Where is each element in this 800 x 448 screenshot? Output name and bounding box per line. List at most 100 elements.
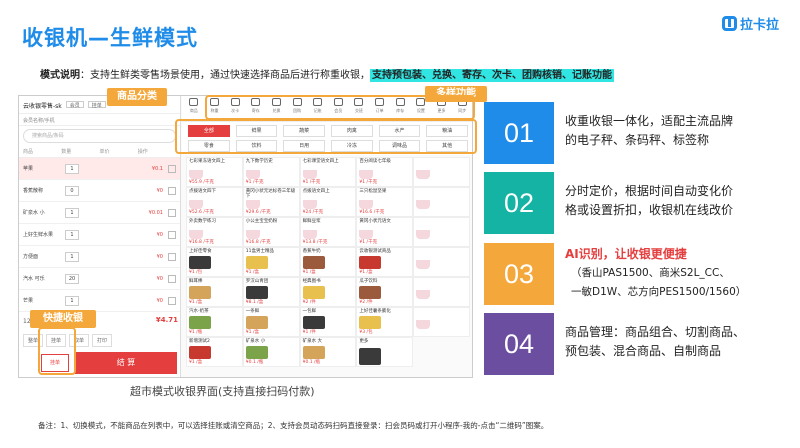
slide: 收银机—生鲜模式 拉卡拉 模式说明：支持生鲜类零售场景使用，通过快速选择商品后进… — [0, 0, 800, 448]
product-card[interactable]: 瓜子饮料 ¥2 /件 — [356, 277, 414, 307]
qty-field[interactable]: 0 — [65, 185, 79, 196]
product-card[interactable] — [413, 277, 470, 307]
product-name: 新增测试2 — [189, 339, 210, 344]
product-price: ¥1 /盒 — [245, 270, 259, 275]
product-card[interactable]: 矿泉水 大 ¥0.1 /瓶 — [299, 337, 357, 367]
product-image — [302, 285, 325, 299]
product-name: 七彩课堂语文四上 — [302, 159, 339, 164]
product-name: 11盒男士精品 — [245, 249, 275, 254]
product-card[interactable]: 七彩果冻语文四上 ¥55.9 /千克 — [186, 157, 243, 187]
product-name: 外卖数学练习 — [189, 219, 216, 224]
product-image — [245, 315, 268, 329]
qty-field[interactable]: 1 — [65, 207, 79, 218]
delete-icon[interactable] — [168, 252, 176, 261]
member-button[interactable]: 会员 — [65, 101, 84, 109]
product-card[interactable]: 点拨语文四上 ¥24 /千克 — [299, 187, 357, 217]
basket-icon — [302, 200, 317, 209]
cart-item-name: 苹果 — [23, 166, 34, 172]
product-name: 百分阅读七年级 — [359, 159, 391, 164]
product-card[interactable]: 11盒男士精品 ¥1 /盒 — [242, 247, 300, 277]
product-name: 矿泉水 小 — [245, 339, 266, 344]
product-card[interactable]: 三只松鼠坚果 ¥16.6 /千克 — [356, 187, 414, 217]
product-card[interactable]: 鲜鲜豆浆 ¥13.8 /千克 — [299, 217, 357, 247]
product-price: ¥1 /盒 — [189, 300, 203, 305]
qty-field[interactable]: 1 — [65, 295, 79, 306]
product-card[interactable]: 更多 — [356, 337, 414, 367]
cart-row[interactable]: 上好生鲜水果 1 ¥0 — [19, 224, 180, 246]
feature-line: 商品管理：商品组合、切割商品、 — [565, 325, 746, 339]
cart-row[interactable]: 方便面 1 ¥0 — [19, 246, 180, 268]
basket-icon — [416, 290, 431, 299]
delete-icon[interactable] — [168, 164, 176, 173]
delete-icon[interactable] — [168, 230, 176, 239]
cart-item-price: ¥0 — [156, 187, 163, 194]
checkout-button[interactable]: 结 算 — [75, 352, 177, 374]
feature-line: 分时定价，根据时间自动变化价 — [565, 184, 734, 198]
product-card[interactable] — [413, 157, 470, 187]
qty-field[interactable]: 20 — [65, 273, 79, 284]
qty-field[interactable]: 1 — [65, 251, 79, 262]
basket-icon — [416, 170, 431, 179]
product-card[interactable]: 黄冈小状元语文 ¥1 /千克 — [356, 217, 414, 247]
product-card[interactable]: 经典图书 ¥2 /件 — [299, 277, 357, 307]
product-card[interactable]: 鲜耳棒 ¥1 /盒 — [186, 277, 243, 307]
cart-row[interactable]: 芒果 1 ¥0 — [19, 290, 180, 312]
print-button[interactable]: 打印 — [92, 334, 113, 347]
feature-number-3: 03 — [484, 243, 554, 305]
product-card[interactable]: 百分阅读七年级 ¥1 /千克 — [356, 157, 414, 187]
product-card[interactable]: 云收银测试商品 ¥1 /盒 — [356, 247, 414, 277]
product-name: 点拨语文四下 — [189, 189, 216, 194]
product-card[interactable]: 外卖数学练习 ¥16.8 /千克 — [186, 217, 243, 247]
product-card[interactable] — [413, 187, 470, 217]
product-name: 黄冈小状元语文 — [359, 219, 391, 224]
cart-row[interactable]: 香蕉散称 0 ¥0 — [19, 180, 180, 202]
product-price: ¥16.8 /千克 — [189, 240, 214, 245]
product-card[interactable]: 上好佳零食 ¥1 /包 — [186, 247, 243, 277]
product-image — [245, 345, 268, 359]
product-card[interactable]: 一包鲜 ¥1 /件 — [299, 307, 357, 337]
product-card[interactable]: 点拨语文四下 ¥52.6 /千克 — [186, 187, 243, 217]
product-card[interactable] — [413, 217, 470, 247]
product-card[interactable]: 上好佳薯条膨化 ¥3 /包 — [356, 307, 414, 337]
cart-item-price: ¥0 — [156, 253, 163, 260]
hold-order-button[interactable]: 挂单 — [87, 101, 106, 109]
product-card[interactable]: 七彩课堂语文四上 ¥1 /千克 — [299, 157, 357, 187]
feature-number-4: 04 — [484, 313, 554, 375]
product-card[interactable]: 新增测试2 ¥1 /盒 — [186, 337, 243, 367]
cart-row[interactable]: 汽水 可乐 20 ¥0 — [19, 268, 180, 290]
product-price: ¥1 /千克 — [302, 180, 321, 185]
product-card[interactable]: 矿泉水 小 ¥0.1 /瓶 — [242, 337, 300, 367]
product-card[interactable] — [413, 307, 470, 337]
product-card[interactable]: 九下数学历史 ¥1 /千克 — [242, 157, 300, 187]
product-card[interactable] — [413, 247, 470, 277]
product-name: 矿泉水 大 — [302, 339, 323, 344]
product-card[interactable]: 香蕉牛奶 ¥1 /盒 — [299, 247, 357, 277]
member-field[interactable]: 会员名称/手机 — [19, 114, 180, 126]
search-input[interactable]: 搜索商品/条码 — [23, 129, 176, 143]
cart-row[interactable]: 苹果 1 ¥0.1 — [19, 158, 180, 180]
cart-row[interactable]: 矿泉水 小 1 ¥0.01 — [19, 202, 180, 224]
product-image — [359, 285, 382, 299]
col-price: 单价 — [99, 149, 110, 155]
cart-item-price: ¥0 — [156, 297, 163, 304]
delete-icon[interactable] — [168, 186, 176, 195]
product-card[interactable]: 汽水-奶茶 ¥1 /瓶 — [186, 307, 243, 337]
delete-icon[interactable] — [168, 274, 176, 283]
feature-number-2: 02 — [484, 172, 554, 234]
product-image — [302, 315, 325, 329]
qty-field[interactable]: 1 — [65, 163, 79, 174]
delete-icon[interactable] — [168, 208, 176, 217]
cart-columns: 商品 数量 单价 操作 — [19, 146, 180, 158]
feature-desc-2: 分时定价，根据时间自动变化价 格或设置折扣，收银机在线改价 — [565, 182, 733, 220]
delete-icon[interactable] — [168, 296, 176, 305]
qty-field[interactable]: 1 — [65, 229, 79, 240]
slide-title: 收银机—生鲜模式 — [22, 26, 198, 50]
basket-icon — [302, 230, 317, 239]
product-price: ¥1 /千克 — [245, 180, 264, 185]
toolbar-item[interactable]: 商品 — [186, 97, 202, 120]
product-card[interactable]: 罗汉山青团 ¥8.1 /盒 — [242, 277, 300, 307]
product-card[interactable]: 小公主宝宝奶粉 ¥16.8 /千克 — [242, 217, 300, 247]
product-card[interactable]: 黄冈小状元达标卷三年级下 ¥29.6 /千克 — [242, 187, 300, 217]
product-card[interactable]: 一条鲜 ¥1 /盒 — [242, 307, 300, 337]
product-image — [189, 345, 211, 359]
